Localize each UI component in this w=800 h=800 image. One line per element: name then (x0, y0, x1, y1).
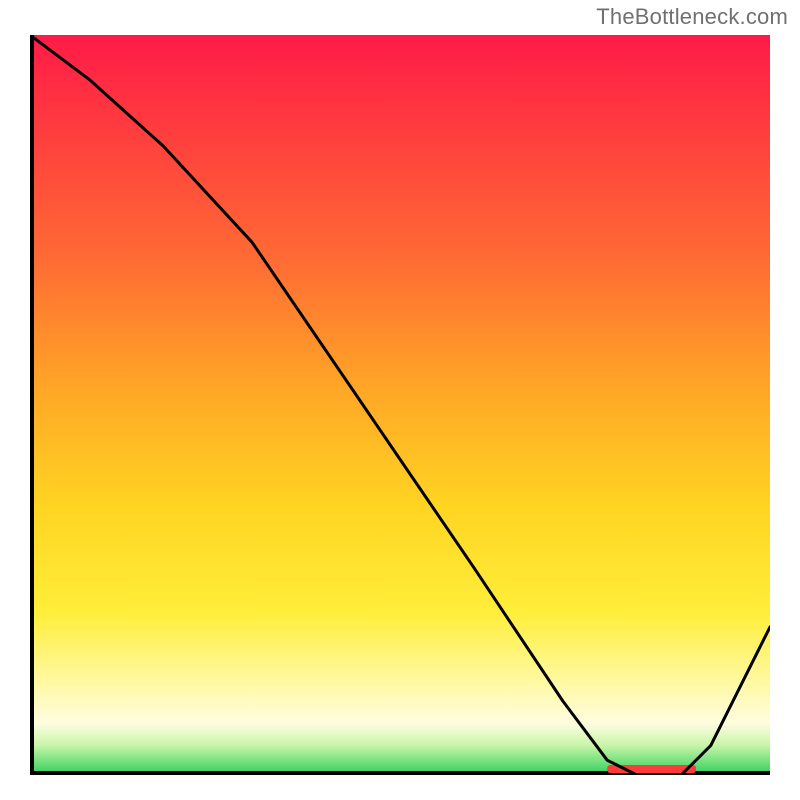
plot-area (30, 35, 770, 775)
curve-layer (30, 35, 770, 775)
attribution-text: TheBottleneck.com (596, 4, 788, 30)
series-bottleneck-curve (30, 35, 770, 775)
chart-root: TheBottleneck.com (0, 0, 800, 800)
